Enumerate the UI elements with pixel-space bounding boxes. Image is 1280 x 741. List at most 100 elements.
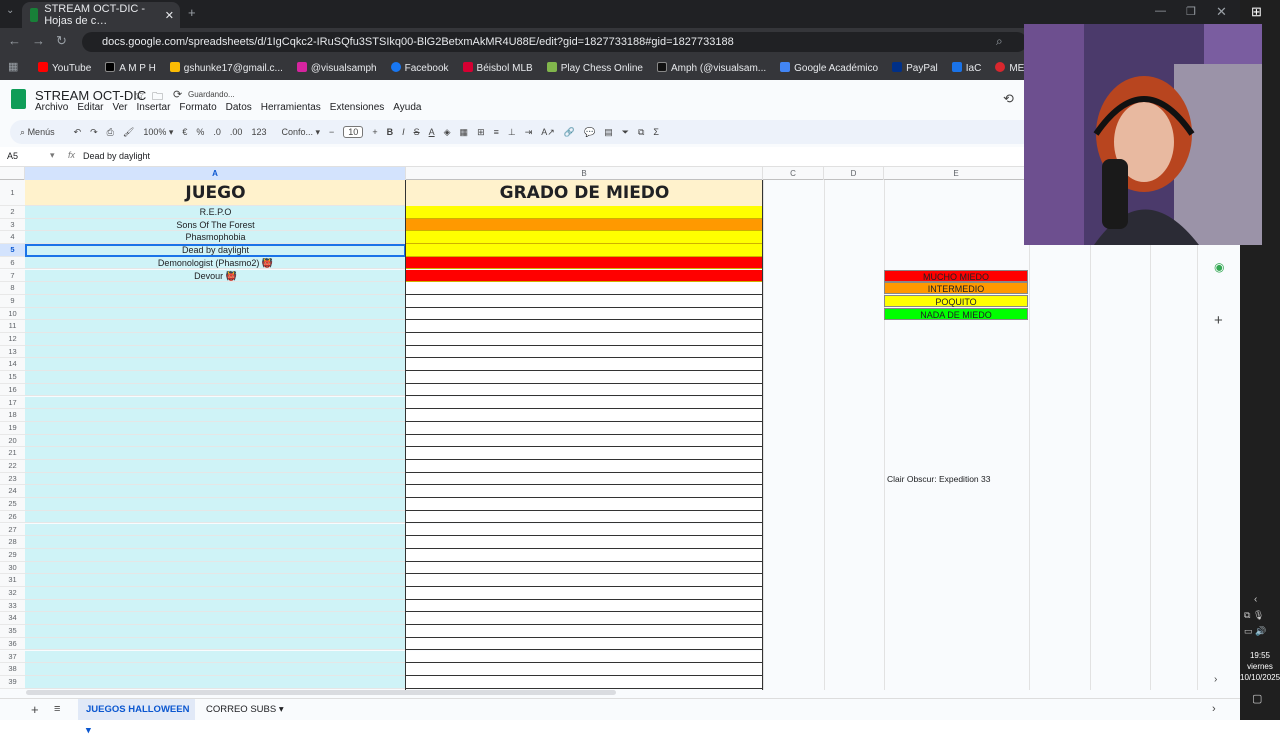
forward-icon[interactable]: → bbox=[32, 33, 45, 48]
merge-cells-icon[interactable]: ⊞ bbox=[477, 127, 485, 138]
row-header[interactable]: 1 bbox=[0, 180, 25, 206]
row-header[interactable]: 29 bbox=[0, 548, 25, 562]
fill-color-icon[interactable]: ◈ bbox=[444, 127, 451, 138]
row-header[interactable]: 31 bbox=[0, 574, 25, 587]
decrease-decimal-button[interactable]: .0 bbox=[213, 127, 221, 137]
row-header[interactable]: 19 bbox=[0, 421, 25, 435]
currency-button[interactable]: € bbox=[182, 127, 187, 137]
legend-intermedio[interactable]: INTERMEDIO bbox=[884, 282, 1028, 294]
header-grado-de-miedo[interactable]: GRADO DE MIEDO bbox=[406, 180, 763, 206]
row-header[interactable]: 11 bbox=[0, 320, 25, 333]
empty-cell[interactable] bbox=[25, 523, 406, 537]
row-header[interactable]: 10 bbox=[0, 307, 25, 321]
empty-cell[interactable] bbox=[25, 587, 406, 600]
row-header[interactable]: 27 bbox=[0, 523, 25, 537]
row-header[interactable]: 13 bbox=[0, 345, 25, 359]
fear-level-cell[interactable] bbox=[406, 231, 763, 245]
row-header[interactable]: 15 bbox=[0, 371, 25, 384]
paint-format-icon[interactable]: 🖌 bbox=[123, 127, 134, 138]
row-header[interactable]: 24 bbox=[0, 485, 25, 499]
align-horizontal-icon[interactable]: ≡ bbox=[494, 127, 499, 137]
empty-cell[interactable] bbox=[406, 434, 763, 448]
number-format-button[interactable]: 123 bbox=[251, 127, 266, 137]
new-tab-icon[interactable]: + bbox=[188, 5, 196, 20]
empty-cell[interactable] bbox=[406, 447, 763, 460]
row-header[interactable]: 25 bbox=[0, 498, 25, 511]
name-box-dropdown-icon[interactable]: ▾ bbox=[50, 150, 55, 161]
maps-icon[interactable]: ◉ bbox=[1214, 260, 1224, 274]
text-rotation-icon[interactable]: A↗ bbox=[541, 127, 555, 138]
zoom-select[interactable]: 100% ▾ bbox=[143, 127, 173, 138]
apps-grid-icon[interactable]: ▦ bbox=[8, 60, 18, 73]
row-header[interactable]: 35 bbox=[0, 625, 25, 638]
bookmark-iac[interactable]: IaC bbox=[951, 62, 981, 74]
bookmark-gmail[interactable]: gshunke17@gmail.c... bbox=[169, 62, 283, 74]
row-header[interactable]: 28 bbox=[0, 536, 25, 549]
game-cell[interactable]: Sons Of The Forest bbox=[25, 218, 406, 232]
row-header[interactable]: 32 bbox=[0, 587, 25, 600]
url-field[interactable]: docs.google.com/spreadsheets/d/1IgCqkc2-… bbox=[82, 32, 1027, 52]
empty-cell[interactable] bbox=[25, 396, 406, 410]
italic-icon[interactable]: I bbox=[402, 127, 405, 137]
star-icon[interactable]: ☆ bbox=[134, 88, 145, 102]
close-tab-icon[interactable]: ✕ bbox=[165, 9, 174, 22]
row-header[interactable]: 37 bbox=[0, 650, 25, 664]
empty-cell[interactable] bbox=[406, 485, 763, 499]
text-wrap-icon[interactable]: ⇥ bbox=[525, 127, 533, 138]
bookmark-mlb[interactable]: Béisbol MLB bbox=[462, 62, 533, 74]
reload-icon[interactable]: ↻ bbox=[56, 33, 67, 49]
name-box[interactable]: A5 bbox=[7, 151, 18, 161]
empty-cell[interactable] bbox=[25, 536, 406, 549]
empty-cell[interactable] bbox=[25, 548, 406, 562]
hide-panel-icon[interactable]: › bbox=[1214, 674, 1217, 685]
undo-icon[interactable]: ↶ bbox=[74, 127, 82, 138]
empty-cell[interactable] bbox=[406, 460, 763, 473]
empty-cell[interactable] bbox=[25, 599, 406, 613]
align-vertical-icon[interactable]: ⊥ bbox=[508, 127, 516, 138]
empty-cell[interactable] bbox=[406, 587, 763, 600]
show-hidden-icons-icon[interactable]: ‹ bbox=[1254, 594, 1257, 605]
percent-button[interactable]: % bbox=[196, 127, 204, 137]
empty-cell[interactable] bbox=[25, 625, 406, 638]
windows-start-icon[interactable]: ⊞ bbox=[1251, 4, 1262, 20]
empty-cell[interactable] bbox=[25, 345, 406, 359]
row-header[interactable]: 4 bbox=[0, 231, 25, 245]
fear-level-cell[interactable] bbox=[406, 269, 763, 283]
print-icon[interactable]: ⎙ bbox=[107, 127, 114, 138]
row-header[interactable]: 2 bbox=[0, 206, 25, 219]
minimize-icon[interactable]: — bbox=[1155, 5, 1166, 17]
empty-cell[interactable] bbox=[25, 358, 406, 372]
empty-cell[interactable] bbox=[406, 345, 763, 359]
empty-cell[interactable] bbox=[406, 294, 763, 308]
bookmark-chess[interactable]: Play Chess Online bbox=[546, 62, 643, 74]
row-header[interactable]: 20 bbox=[0, 434, 25, 448]
empty-cell[interactable] bbox=[406, 307, 763, 321]
empty-cell[interactable] bbox=[25, 434, 406, 448]
bookmark-paypal[interactable]: PayPal bbox=[892, 62, 938, 74]
empty-cell[interactable] bbox=[25, 409, 406, 422]
row-header[interactable]: 6 bbox=[0, 256, 25, 270]
empty-cell[interactable] bbox=[25, 472, 406, 486]
empty-cell[interactable] bbox=[25, 510, 406, 524]
empty-cell[interactable] bbox=[25, 307, 406, 321]
empty-cell[interactable] bbox=[25, 320, 406, 333]
game-cell[interactable]: Dead by daylight bbox=[25, 244, 406, 257]
empty-cell[interactable] bbox=[406, 548, 763, 562]
menu-editar[interactable]: Editar bbox=[77, 102, 103, 113]
row-header[interactable]: 16 bbox=[0, 383, 25, 397]
bookmark-tiktok[interactable]: Amph (@visualsam... bbox=[656, 62, 766, 74]
empty-cell[interactable] bbox=[406, 498, 763, 511]
bookmark-facebook[interactable]: Facebook bbox=[390, 62, 449, 74]
empty-cell[interactable] bbox=[25, 333, 406, 346]
fear-level-cell[interactable] bbox=[406, 206, 763, 219]
column-header-b[interactable]: B bbox=[406, 167, 763, 180]
row-header[interactable]: 33 bbox=[0, 599, 25, 613]
text-color-icon[interactable]: A bbox=[429, 127, 435, 137]
network-volume-icons[interactable]: ▭ 🔊 bbox=[1244, 626, 1266, 637]
menu-insertar[interactable]: Insertar bbox=[137, 102, 171, 113]
add-sheet-icon[interactable]: + bbox=[31, 702, 39, 717]
insert-comment-icon[interactable]: 💬 bbox=[584, 127, 595, 138]
legend-poquito[interactable]: POQUITO bbox=[884, 295, 1028, 307]
row-header[interactable]: 36 bbox=[0, 637, 25, 651]
tab-list-icon[interactable]: ⌄ bbox=[6, 5, 14, 16]
